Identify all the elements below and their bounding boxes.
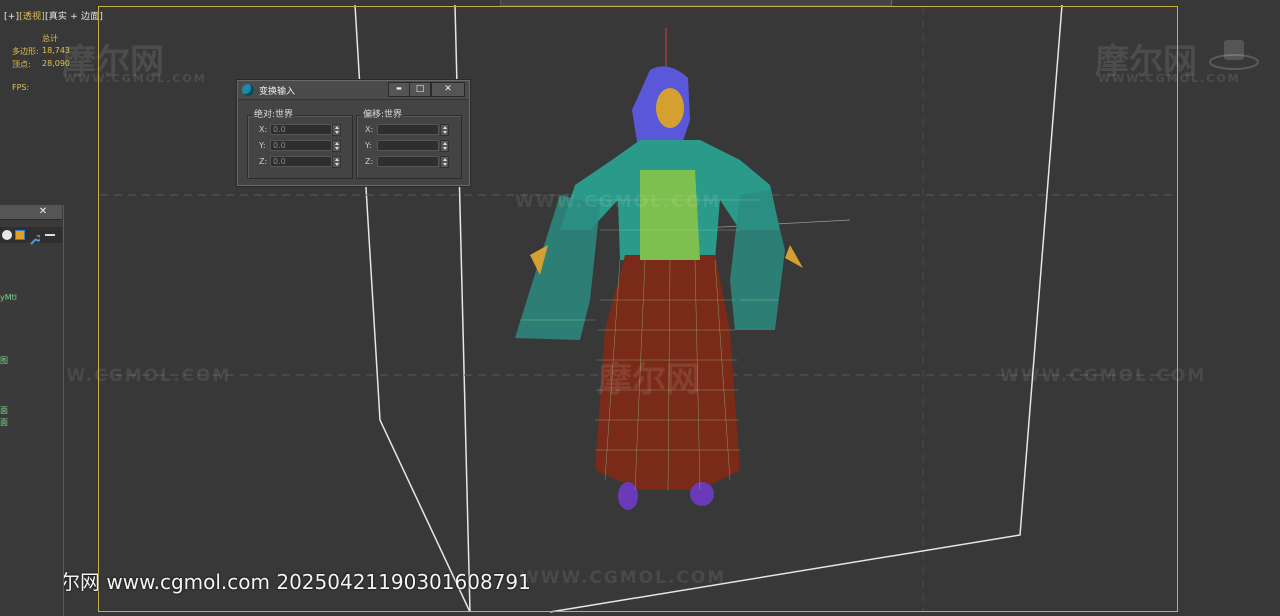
perspective-viewport[interactable]: 摩尔网 WWW.CGMOL.COM 摩尔网 WWW.CGMOL.COM WWW.… [0, 0, 1280, 616]
scene-geometry [100, 4, 1178, 613]
panel-text: 面 [0, 418, 8, 427]
display-tab-icon[interactable] [2, 230, 12, 240]
stats-poly-value: 18,743 [42, 46, 70, 55]
panel-text: 面 [0, 406, 8, 415]
abs-y-spinner[interactable] [332, 140, 341, 152]
viewport-shading-label[interactable]: [真实 + 边面] [45, 12, 103, 22]
command-panel-titlebar[interactable]: ✕ [0, 205, 62, 220]
model-right-sleeve [730, 190, 785, 330]
abs-z-field[interactable]: 0.0 [270, 156, 332, 167]
stats-vert-label: 顶点: [12, 60, 31, 69]
offset-x-label: X: [365, 125, 374, 134]
offset-x-spinner[interactable] [440, 124, 449, 136]
abs-x-spinner[interactable] [332, 124, 341, 136]
stats-total-label: 总计 [42, 34, 58, 43]
app-3dsmax-icon [242, 84, 254, 96]
watermark-site: WWW.CGMOL.COM [1098, 72, 1241, 85]
dialog-titlebar[interactable]: 变换输入 ▬ □ ✕ [238, 81, 469, 100]
top-toolbar-edge [500, 0, 892, 6]
viewport-label[interactable]: [+][透视][真实 + 边面] [4, 9, 103, 22]
watermark-site: WWW.CGMOL.COM [515, 192, 722, 212]
watermark-site: WWW.CGMOL.COM [64, 72, 207, 85]
abs-x-label: X: [259, 125, 268, 134]
offset-y-field[interactable] [377, 140, 439, 151]
abs-y-label: Y: [259, 141, 266, 150]
dialog-title: 变换输入 [259, 87, 296, 97]
command-panel-tabs [0, 227, 62, 245]
close-button[interactable]: ✕ [35, 206, 51, 217]
absolute-world-title: 绝对:世界 [252, 107, 296, 120]
stats-fps-label: FPS: [12, 83, 30, 92]
model-right-shoe [690, 482, 714, 506]
close-button[interactable]: ✕ [431, 82, 465, 97]
hierarchy-tab-icon[interactable] [15, 230, 25, 240]
collapse-bar-icon[interactable] [45, 234, 55, 236]
transform-type-in-dialog[interactable]: 变换输入 ▬ □ ✕ 绝对:世界 X: 0.0 Y: 0.0 Z: 0.0 偏移… [237, 80, 470, 186]
watermark-cube-icon [1209, 40, 1259, 70]
stats-vert-value: 28,090 [42, 59, 70, 68]
model-left-sleeve [515, 195, 600, 340]
watermark-site: WWW.CGMOL.COM [1000, 366, 1207, 386]
model-face [656, 88, 684, 128]
abs-z-spinner[interactable] [332, 156, 341, 168]
abs-x-field[interactable]: 0.0 [270, 124, 332, 135]
utilities-wrench-icon[interactable] [30, 230, 42, 245]
offset-z-field[interactable] [377, 156, 439, 167]
viewport-menu-plus[interactable]: [+] [4, 12, 19, 22]
viewport-view-label[interactable]: [透视] [19, 12, 45, 22]
offset-world-title: 偏移:世界 [361, 107, 405, 120]
model-inner-robe [640, 170, 700, 260]
minimize-button[interactable]: ▬ [388, 82, 410, 97]
panel-text: 图 [0, 356, 8, 365]
model-right-hand [785, 245, 803, 268]
offset-y-spinner[interactable] [440, 140, 449, 152]
command-panel[interactable]: ✕ yMtl 图 面 面 [0, 205, 64, 616]
offset-y-label: Y: [365, 141, 372, 150]
watermark-site: WWW.CGMOL.COM [520, 568, 727, 588]
bottom-watermark-text: 摩尔网 www.cgmol.com 20250421190301608791 [40, 570, 531, 594]
offset-x-field[interactable] [377, 124, 439, 135]
offset-z-spinner[interactable] [440, 156, 449, 168]
abs-y-field[interactable]: 0.0 [270, 140, 332, 151]
panel-text: yMtl [0, 293, 17, 302]
offset-z-label: Z: [365, 157, 374, 166]
character-model [515, 66, 803, 510]
maximize-button[interactable]: □ [409, 82, 431, 97]
watermark-logo: 摩尔网 [598, 360, 700, 400]
stats-poly-label: 多边形: [12, 47, 39, 56]
abs-z-label: Z: [259, 157, 268, 166]
